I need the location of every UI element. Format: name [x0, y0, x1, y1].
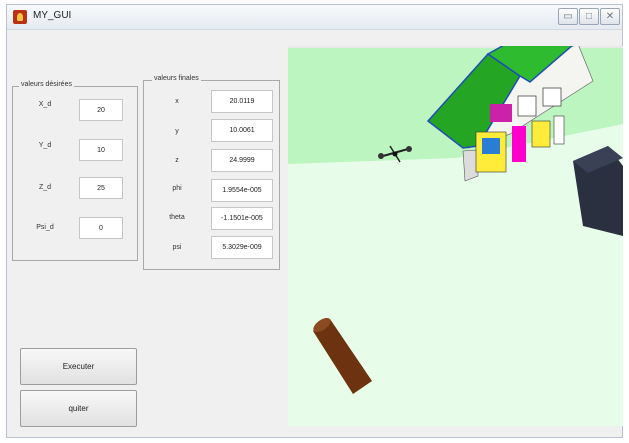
x-d-field[interactable]: 20 [79, 99, 123, 121]
theta-label: theta [169, 214, 185, 221]
y-label: y [175, 128, 179, 135]
minimize-button[interactable]: ▭ [558, 8, 578, 25]
desired-values-panel: valeurs désirées X_d 20 Y_d 10 Z_d 25 Ps… [12, 81, 138, 261]
phi-label: phi [172, 185, 182, 192]
x-label: x [175, 98, 179, 105]
x-d-label: X_d [38, 101, 52, 108]
theta-final-field: -1.1501e-005 [211, 207, 273, 230]
y-d-field[interactable]: 10 [79, 139, 123, 161]
title-bar: MY_GUI ▭ □ ✕ [7, 5, 622, 30]
psi-final-field: 5.3029e-009 [211, 236, 273, 259]
z-d-label: Z_d [38, 184, 52, 191]
z-final-field: 24.9999 [211, 149, 273, 172]
psi-d-label: Psi_d [36, 224, 54, 231]
y-d-label: Y_d [38, 142, 52, 149]
final-values-panel: valeurs finales x 20.0119 y 10.0061 z 24… [143, 75, 280, 270]
3d-scene-view[interactable] [288, 46, 628, 426]
window-title: MY_GUI [33, 10, 72, 21]
z-label: z [175, 157, 179, 164]
matlab-icon [13, 10, 27, 24]
phi-final-field: 1.9554e-005 [211, 179, 273, 202]
minimize-icon: ▭ [563, 11, 573, 22]
y-final-field: 10.0061 [211, 119, 273, 142]
execute-button[interactable]: Executer [20, 348, 137, 385]
desired-panel-title: valeurs désirées [19, 81, 74, 88]
z-d-field[interactable]: 25 [79, 177, 123, 199]
close-icon: ✕ [605, 11, 615, 22]
quit-button[interactable]: quiter [20, 390, 137, 427]
maximize-button[interactable]: □ [579, 8, 599, 25]
psi-d-field[interactable]: 0 [79, 217, 123, 239]
x-final-field: 20.0119 [211, 90, 273, 113]
maximize-icon: □ [585, 11, 593, 22]
final-panel-title: valeurs finales [152, 75, 201, 82]
close-button[interactable]: ✕ [600, 8, 620, 25]
psi-label: psi [172, 244, 182, 251]
